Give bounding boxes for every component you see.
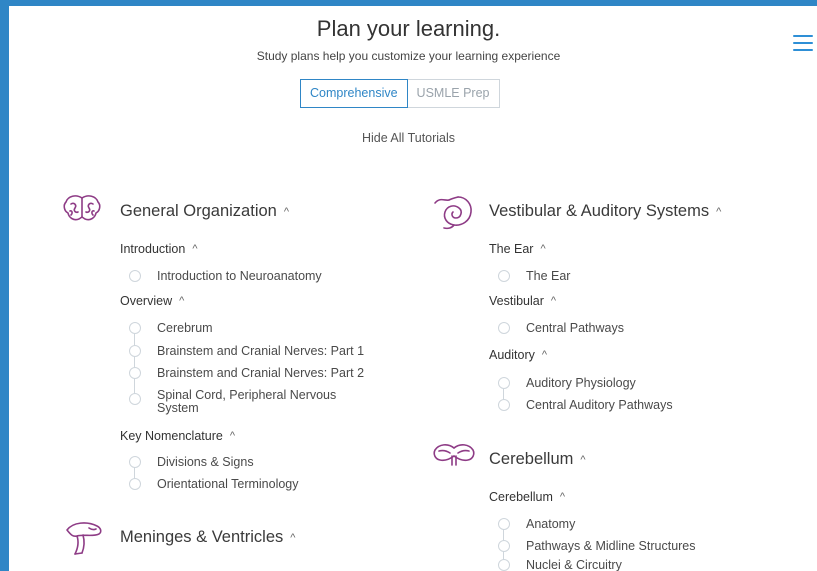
lesson-status-icon [498,399,510,411]
lesson-introduction-to-neuroanatomy[interactable]: Introduction to Neuroanatomy [157,270,322,283]
group-the-ear[interactable]: The Ear ^ [489,242,546,256]
chevron-up-icon: ^ [283,206,290,218]
group-introduction[interactable]: Introduction ^ [120,242,198,256]
hide-all-tutorials-link[interactable]: Hide All Tutorials [0,131,817,145]
chevron-up-icon: ^ [179,295,185,307]
brain-icon [63,195,101,221]
chevron-up-icon: ^ [580,454,586,466]
lesson-status-icon [498,518,510,530]
lesson-status-icon [498,270,510,282]
lesson-status-icon [498,559,510,571]
lesson-status-icon [129,393,141,405]
section-vestibular-auditory[interactable]: Vestibular & Auditory Systems ^ [489,202,721,221]
chevron-up-icon: ^ [559,491,566,503]
lesson-status-icon [129,456,141,468]
page-title: Plan your learning. [316,16,501,41]
ventricles-icon [66,522,102,555]
chevron-up-icon: ^ [550,295,557,307]
chevron-up-icon: ^ [716,206,722,218]
group-overview[interactable]: Overview ^ [120,294,184,308]
lesson-spinal-cord-line-2[interactable]: System [157,402,199,415]
section-meninges-ventricles[interactable]: Meninges & Ventricles ^ [120,528,295,547]
lesson-auditory-physiology[interactable]: Auditory Physiology [526,377,636,390]
lesson-the-ear[interactable]: The Ear [526,270,570,283]
cerebellum-icon [433,444,475,466]
group-auditory[interactable]: Auditory ^ [489,348,547,362]
lesson-orientational-terminology[interactable]: Orientational Terminology [157,478,299,491]
lesson-status-icon [129,478,141,490]
chevron-up-icon: ^ [540,243,546,255]
lesson-anatomy[interactable]: Anatomy [526,518,575,531]
lesson-brainstem-part-2[interactable]: Brainstem and Cranial Nerves: Part 2 [157,367,364,380]
chevron-up-icon: ^ [192,243,198,255]
ear-icon [434,196,472,230]
group-vestibular[interactable]: Vestibular ^ [489,294,556,308]
lesson-central-pathways[interactable]: Central Pathways [526,322,624,335]
lesson-divisions-signs[interactable]: Divisions & Signs [157,456,254,469]
lesson-brainstem-part-1[interactable]: Brainstem and Cranial Nerves: Part 1 [157,345,364,358]
tab-comprehensive[interactable]: Comprehensive [300,79,408,108]
section-cerebellum[interactable]: Cerebellum ^ [489,450,586,469]
study-plan-toggle: Comprehensive USMLE Prep [300,79,500,108]
chevron-up-icon: ^ [541,349,548,361]
lesson-nuclei-circuitry[interactable]: Nuclei & Circuitry [526,559,622,571]
lesson-status-icon [129,322,141,334]
lesson-status-icon [129,367,141,379]
left-accent-border [0,0,9,571]
top-accent-border [0,0,817,6]
group-key-nomenclature[interactable]: Key Nomenclature ^ [120,429,235,443]
lesson-central-auditory-pathways[interactable]: Central Auditory Pathways [526,399,673,412]
lesson-pathways-midline[interactable]: Pathways & Midline Structures [526,540,696,553]
lesson-status-icon [129,270,141,282]
tab-usmle-prep[interactable]: USMLE Prep [407,79,500,108]
chevron-up-icon: ^ [229,430,235,442]
lesson-status-icon [498,377,510,389]
lesson-status-icon [498,322,510,334]
group-cerebellum[interactable]: Cerebellum ^ [489,490,565,504]
section-general-organization[interactable]: General Organization ^ [120,202,289,221]
lesson-status-icon [129,345,141,357]
chevron-up-icon: ^ [290,532,296,544]
lesson-cerebrum[interactable]: Cerebrum [157,322,213,335]
lesson-spinal-cord[interactable]: Spinal Cord, Peripheral Nervous [157,389,336,402]
lesson-status-icon [498,540,510,552]
page-subtitle: Study plans help you customize your lear… [256,49,561,63]
